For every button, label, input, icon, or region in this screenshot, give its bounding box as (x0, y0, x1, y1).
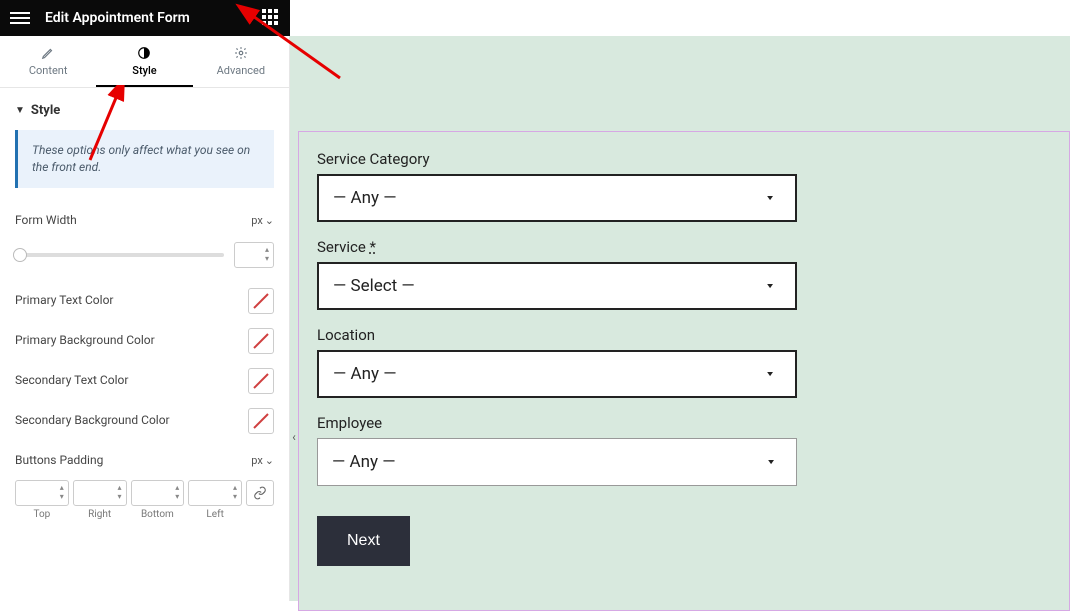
select-location[interactable]: — Any — ▼ (317, 350, 797, 398)
required-indicator: * (370, 238, 376, 256)
widget-container[interactable]: Service Category — Any — ▼ Service * — S… (298, 131, 1070, 611)
no-color-icon (252, 332, 270, 350)
label-service: Service * (317, 238, 1051, 256)
select-employee[interactable]: — Any — ▼ (317, 438, 797, 486)
tab-style[interactable]: Style (96, 36, 192, 87)
editor-tabs: Content Style Advanced (0, 36, 289, 88)
section-title: Style (31, 103, 60, 118)
form-width-slider[interactable] (15, 253, 224, 257)
caret-down-icon: ▼ (15, 105, 25, 116)
padding-top-input[interactable]: ▴▾ (15, 480, 69, 506)
color-picker-secondary-bg[interactable] (248, 408, 274, 434)
unit-selector[interactable]: px ⌄ (251, 214, 274, 227)
stepper-arrows-icon: ▴▾ (117, 483, 121, 501)
label-employee: Employee (317, 414, 1051, 432)
stepper-arrows-icon: ▴▾ (175, 483, 179, 501)
tab-advanced[interactable]: Advanced (193, 36, 289, 87)
preview-canvas: ‹ Service Category — Any — ▼ Service * —… (290, 36, 1070, 601)
form-width-slider-row: ▴▾ (15, 242, 274, 268)
section-toggle-style[interactable]: ▼ Style (15, 103, 274, 118)
no-color-icon (252, 292, 270, 310)
padding-left-input[interactable]: ▴▾ (188, 480, 242, 506)
control-secondary-text-color: Secondary Text Color (15, 366, 274, 396)
link-icon (253, 486, 267, 500)
tab-content[interactable]: Content (0, 36, 96, 87)
stepper-arrows-icon: ▴▾ (265, 245, 269, 263)
color-picker-primary-text[interactable] (248, 288, 274, 314)
control-primary-text-color: Primary Text Color (15, 286, 274, 316)
padding-bottom-input[interactable]: ▴▾ (131, 480, 185, 506)
editor-sidebar: Content Style Advanced ▼ Style These opt… (0, 36, 290, 601)
color-picker-secondary-text[interactable] (248, 368, 274, 394)
contrast-icon (137, 46, 151, 60)
control-secondary-bg-color: Secondary Background Color (15, 406, 274, 436)
info-message: These options only affect what you see o… (15, 130, 274, 188)
stepper-arrows-icon: ▴▾ (60, 483, 64, 501)
tab-label: Style (132, 64, 156, 77)
padding-dimensions: ▴▾ Top ▴▾ Right ▴▾ Bottom ▴▾ Left (15, 480, 274, 520)
select-service[interactable]: — Select — ▼ (317, 262, 797, 310)
panel-collapse-handle[interactable]: ‹ (289, 426, 299, 448)
chevron-down-icon: ⌄ (265, 214, 274, 227)
chevron-down-icon: ⌄ (265, 454, 274, 467)
color-picker-primary-bg[interactable] (248, 328, 274, 354)
chevron-down-icon: ▼ (766, 458, 776, 466)
chevron-down-icon: ▼ (765, 194, 775, 202)
stepper-arrows-icon: ▴▾ (233, 483, 237, 501)
style-panel: ▼ Style These options only affect what y… (0, 88, 289, 535)
apps-grid-icon[interactable] (262, 9, 280, 27)
slider-thumb[interactable] (13, 248, 27, 262)
select-service-category[interactable]: — Any — ▼ (317, 174, 797, 222)
padding-right-input[interactable]: ▴▾ (73, 480, 127, 506)
link-values-button[interactable] (246, 480, 274, 506)
next-button[interactable]: Next (317, 516, 410, 566)
tab-label: Advanced (217, 64, 265, 77)
editor-header: Edit Appointment Form (0, 0, 290, 36)
label-service-category: Service Category (317, 150, 1051, 168)
tab-label: Content (29, 64, 68, 77)
control-buttons-padding: Buttons Padding px ⌄ (15, 446, 274, 476)
chevron-down-icon: ▼ (765, 370, 775, 378)
editor-title: Edit Appointment Form (45, 10, 262, 26)
no-color-icon (252, 412, 270, 430)
chevron-down-icon: ▼ (765, 282, 775, 290)
control-primary-bg-color: Primary Background Color (15, 326, 274, 356)
menu-icon[interactable] (10, 8, 30, 28)
gear-icon (234, 46, 248, 60)
label-location: Location (317, 326, 1051, 344)
unit-selector-padding[interactable]: px ⌄ (251, 454, 274, 467)
pencil-icon (41, 46, 55, 60)
form-width-value[interactable]: ▴▾ (234, 242, 274, 268)
label-form-width: Form Width (15, 213, 251, 227)
control-form-width: Form Width px ⌄ (15, 206, 274, 236)
no-color-icon (252, 372, 270, 390)
